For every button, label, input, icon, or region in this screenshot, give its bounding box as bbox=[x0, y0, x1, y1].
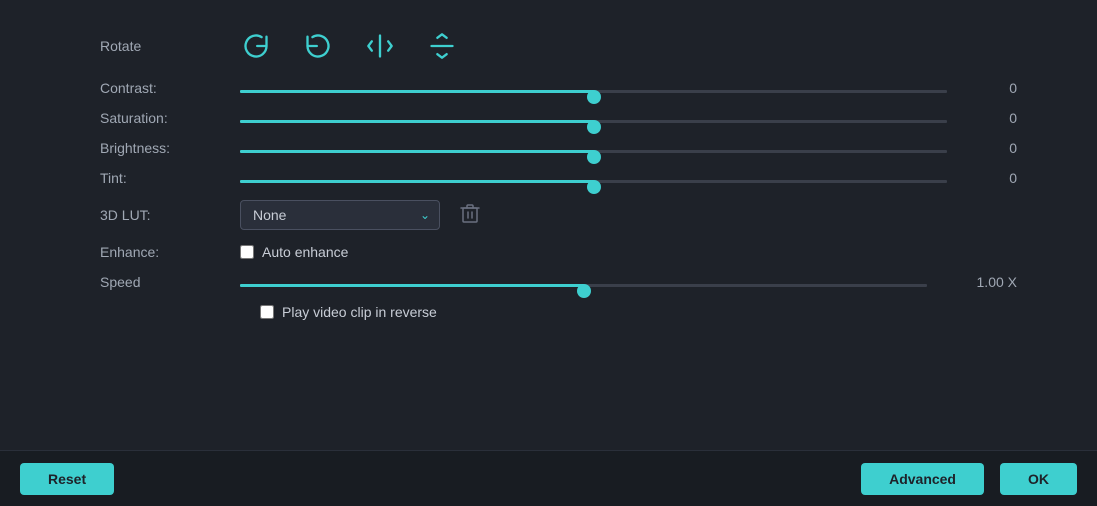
speed-slider-wrapper bbox=[240, 274, 927, 290]
bottom-bar: Reset Advanced OK bbox=[0, 450, 1097, 506]
lut-select[interactable]: None bbox=[240, 200, 440, 230]
tint-label: Tint: bbox=[100, 170, 220, 186]
enhance-label: Enhance: bbox=[100, 244, 220, 260]
reverse-text: Play video clip in reverse bbox=[282, 304, 437, 320]
reverse-row: Play video clip in reverse bbox=[240, 304, 1017, 320]
advanced-button[interactable]: Advanced bbox=[861, 463, 984, 495]
speed-row: Speed 1.00 X bbox=[100, 274, 1017, 290]
trash-icon[interactable] bbox=[460, 202, 480, 229]
saturation-value: 0 bbox=[977, 110, 1017, 126]
brightness-label: Brightness: bbox=[100, 140, 220, 156]
speed-value: 1.00 X bbox=[957, 274, 1017, 290]
flip-vertical-icon[interactable] bbox=[426, 30, 458, 62]
saturation-slider[interactable] bbox=[240, 120, 947, 123]
speed-label: Speed bbox=[100, 274, 220, 290]
contrast-label: Contrast: bbox=[100, 80, 220, 96]
reset-button[interactable]: Reset bbox=[20, 463, 114, 495]
content-area: Rotate bbox=[0, 0, 1097, 450]
contrast-value: 0 bbox=[977, 80, 1017, 96]
contrast-row: Contrast: 0 bbox=[100, 80, 1017, 96]
auto-enhance-checkbox[interactable] bbox=[240, 245, 254, 259]
main-container: Rotate bbox=[0, 0, 1097, 506]
lut-label: 3D LUT: bbox=[100, 207, 220, 223]
enhance-row: Enhance: Auto enhance bbox=[100, 244, 1017, 260]
auto-enhance-label[interactable]: Auto enhance bbox=[240, 244, 348, 260]
tint-slider[interactable] bbox=[240, 180, 947, 183]
ok-button[interactable]: OK bbox=[1000, 463, 1077, 495]
saturation-row: Saturation: 0 bbox=[100, 110, 1017, 126]
brightness-row: Brightness: 0 bbox=[100, 140, 1017, 156]
contrast-slider-wrapper bbox=[240, 80, 947, 96]
tint-slider-wrapper bbox=[240, 170, 947, 186]
saturation-label: Saturation: bbox=[100, 110, 220, 126]
speed-slider[interactable] bbox=[240, 284, 927, 287]
reverse-checkbox[interactable] bbox=[260, 305, 274, 319]
reverse-label[interactable]: Play video clip in reverse bbox=[260, 304, 437, 320]
contrast-slider[interactable] bbox=[240, 90, 947, 93]
flip-horizontal-icon[interactable] bbox=[364, 30, 396, 62]
rotate-icons-group bbox=[240, 30, 458, 62]
rotate-section: Rotate bbox=[100, 20, 1017, 62]
tint-value: 0 bbox=[977, 170, 1017, 186]
rotate-left-icon[interactable] bbox=[302, 30, 334, 62]
auto-enhance-text: Auto enhance bbox=[262, 244, 348, 260]
right-buttons-group: Advanced OK bbox=[861, 463, 1077, 495]
rotate-right-icon[interactable] bbox=[240, 30, 272, 62]
brightness-slider-wrapper bbox=[240, 140, 947, 156]
lut-select-wrapper: None ⌄ bbox=[240, 200, 440, 230]
brightness-value: 0 bbox=[977, 140, 1017, 156]
tint-row: Tint: 0 bbox=[100, 170, 1017, 186]
saturation-slider-wrapper bbox=[240, 110, 947, 126]
lut-row: 3D LUT: None ⌄ bbox=[100, 200, 1017, 230]
rotate-label: Rotate bbox=[100, 38, 220, 54]
brightness-slider[interactable] bbox=[240, 150, 947, 153]
